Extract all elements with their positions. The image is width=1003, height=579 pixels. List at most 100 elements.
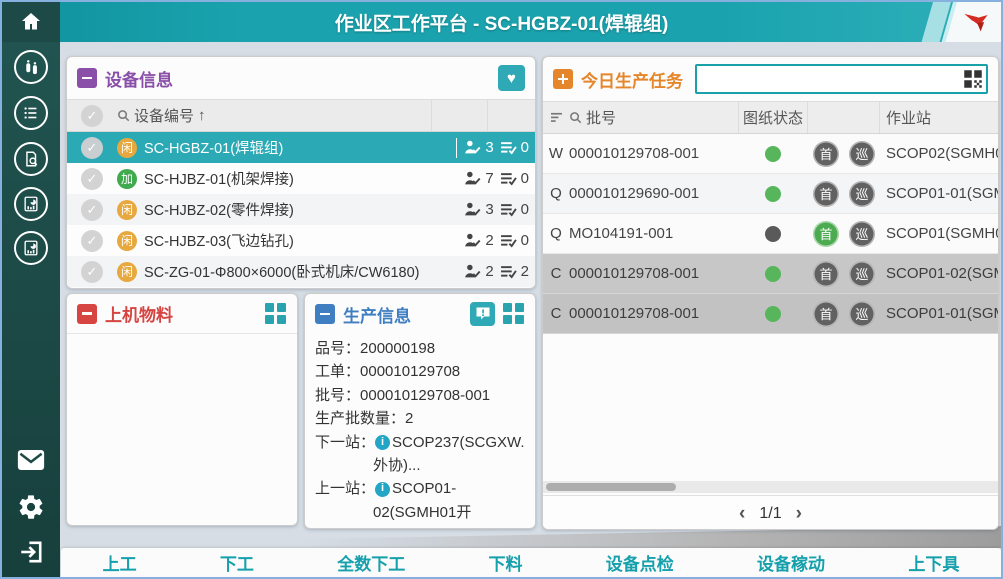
company-logo-icon [961, 8, 991, 36]
patrol-inspection-button[interactable]: 巡 [849, 261, 875, 287]
action-toolbar: 上工 下工 全数下工 下料 设备点检 设备稼动 上下具 [61, 548, 1001, 577]
row-checkbox[interactable] [81, 230, 103, 252]
tasks-panel-title: 今日生产任务 [581, 67, 683, 92]
expand-icon[interactable] [553, 69, 573, 89]
task-search-box [695, 64, 988, 94]
field-value: SCOP237(SCGXW. [392, 431, 525, 454]
task-row[interactable]: C 000010129708-001 首 巡 SCOP01-02(SGM... [543, 254, 998, 294]
equipment-utilization-button[interactable]: 设备稼动 [757, 550, 825, 575]
first-inspection-button[interactable]: 首 [813, 141, 839, 167]
header: 作业区工作平台 - SC-HGBZ-01(焊辊组) [2, 2, 1001, 42]
favorite-button[interactable]: ♥ [498, 65, 525, 91]
equipment-row[interactable]: 闲 SC-ZG-01-Φ800×6000(卧式机床/CW6180) 2 2 [67, 256, 535, 287]
info-icon[interactable]: i [375, 482, 390, 497]
equipment-row[interactable]: 闲 SC-HJBZ-02(零件焊接) 3 0 [67, 194, 535, 225]
scrollbar-thumb[interactable] [546, 483, 676, 491]
patrol-inspection-button[interactable]: 巡 [849, 141, 875, 167]
status-badge: 加 [117, 169, 137, 189]
field-label: 生产批数量： [315, 407, 405, 430]
task-batch: 000010129708-001 [569, 265, 738, 282]
first-inspection-button[interactable]: 首 [813, 181, 839, 207]
sidebar-item-document-search[interactable] [13, 141, 49, 177]
logout-icon [18, 539, 44, 565]
end-work-button[interactable]: 下工 [220, 550, 254, 575]
page-indicator: 1/1 [759, 505, 781, 523]
task-row[interactable]: C 000010129708-001 首 巡 SCOP01-01(SGM... [543, 294, 998, 334]
sidebar-item-report[interactable] [13, 186, 49, 222]
row-checkbox[interactable] [81, 168, 103, 190]
task-batch: 000010129708-001 [569, 145, 738, 162]
equipment-row[interactable]: 闲 SC-HGBZ-01(焊辊组) 3 0 [67, 132, 535, 163]
mail-icon [16, 447, 46, 473]
task-check-icon [500, 202, 517, 217]
patrol-inspection-button[interactable]: 巡 [849, 221, 875, 247]
fixture-button[interactable]: 上下具 [908, 550, 959, 575]
operator-count: 7 [464, 170, 499, 187]
equipment-row[interactable]: 加 SC-HJBZ-01(机架焊接) 7 0 [67, 163, 535, 194]
collapse-icon[interactable] [315, 304, 335, 324]
home-icon [19, 10, 43, 34]
station-column-header: 作业站 [880, 107, 998, 128]
field-label: 批号： [315, 384, 360, 407]
operator-check-icon [464, 264, 481, 279]
grid-view-icon[interactable] [265, 303, 287, 325]
qr-scan-button[interactable] [963, 69, 983, 89]
filter-button[interactable] [543, 112, 569, 123]
batch-column-header[interactable]: 批号 [569, 107, 738, 128]
collapse-icon[interactable] [77, 68, 97, 88]
heart-icon: ♥ [507, 70, 516, 87]
field-label: 上一站： [315, 477, 375, 500]
operator-count: 2 [464, 263, 499, 280]
task-row[interactable]: Q MO104191-001 首 巡 SCOP01(SGMH0... [543, 214, 998, 254]
patrol-inspection-button[interactable]: 巡 [849, 301, 875, 327]
sidebar-item-report-2[interactable] [13, 230, 49, 266]
material-panel-title: 上机物料 [105, 301, 173, 326]
task-type: C [543, 265, 569, 282]
first-inspection-button[interactable]: 首 [813, 301, 839, 327]
field-value: 000010129708 [360, 360, 460, 383]
sidebar-item-task-list[interactable] [13, 95, 49, 131]
home-button[interactable] [2, 2, 60, 42]
horizontal-scrollbar[interactable] [543, 481, 998, 493]
prev-page-button[interactable]: ‹ [739, 504, 745, 523]
feedback-button[interactable] [470, 302, 495, 326]
equipment-name: SC-HJBZ-01(机架焊接) [144, 168, 464, 189]
next-page-button[interactable]: › [796, 504, 802, 523]
operator-count: 2 [464, 232, 499, 249]
equipment-table-header: 设备编号 ↑ [67, 99, 535, 132]
equipment-row[interactable]: 闲 SC-HJBZ-03(飞边钻孔) 2 0 [67, 225, 535, 256]
row-checkbox[interactable] [81, 137, 103, 159]
sidebar [2, 42, 60, 577]
task-batch: 000010129690-001 [569, 185, 738, 202]
first-inspection-button[interactable]: 首 [813, 261, 839, 287]
equipment-panel-title: 设备信息 [105, 66, 173, 91]
equipment-id-column-header[interactable]: 设备编号 ↑ [117, 105, 431, 126]
info-icon[interactable]: i [375, 435, 390, 450]
row-checkbox[interactable] [81, 261, 103, 283]
task-row[interactable]: Q 000010129690-001 首 巡 SCOP01-01(SGM... [543, 174, 998, 214]
patrol-inspect-column-header [844, 102, 880, 133]
patrol-inspection-button[interactable]: 巡 [849, 181, 875, 207]
sidebar-item-messages[interactable] [13, 442, 49, 478]
unload-material-button[interactable]: 下料 [488, 550, 522, 575]
equipment-check-button[interactable]: 设备点检 [606, 550, 674, 575]
task-row[interactable]: W 000010129708-001 首 巡 SCOP02(SGMH0... [543, 134, 998, 174]
drawing-status-dot [765, 226, 781, 242]
select-all-checkbox[interactable] [81, 105, 103, 127]
sidebar-item-workstations[interactable] [13, 49, 49, 85]
collapse-icon[interactable] [77, 304, 97, 324]
task-search-input[interactable] [699, 66, 960, 92]
end-all-work-button[interactable]: 全数下工 [337, 550, 405, 575]
sidebar-item-logout[interactable] [13, 534, 49, 570]
report2-icon [14, 231, 48, 265]
production-details: 品号：200000198 工单：000010129708 批号：00001012… [305, 334, 535, 527]
start-work-button[interactable]: 上工 [103, 550, 137, 575]
grid-view-icon[interactable] [503, 303, 525, 325]
sidebar-item-settings[interactable] [13, 489, 49, 525]
row-checkbox[interactable] [81, 199, 103, 221]
filter-icon [550, 112, 563, 123]
drawing-status-dot [765, 306, 781, 322]
first-inspection-button[interactable]: 首 [813, 221, 839, 247]
drawing-status-dot [765, 146, 781, 162]
equipment-name: SC-HGBZ-01(焊辊组) [144, 137, 456, 158]
